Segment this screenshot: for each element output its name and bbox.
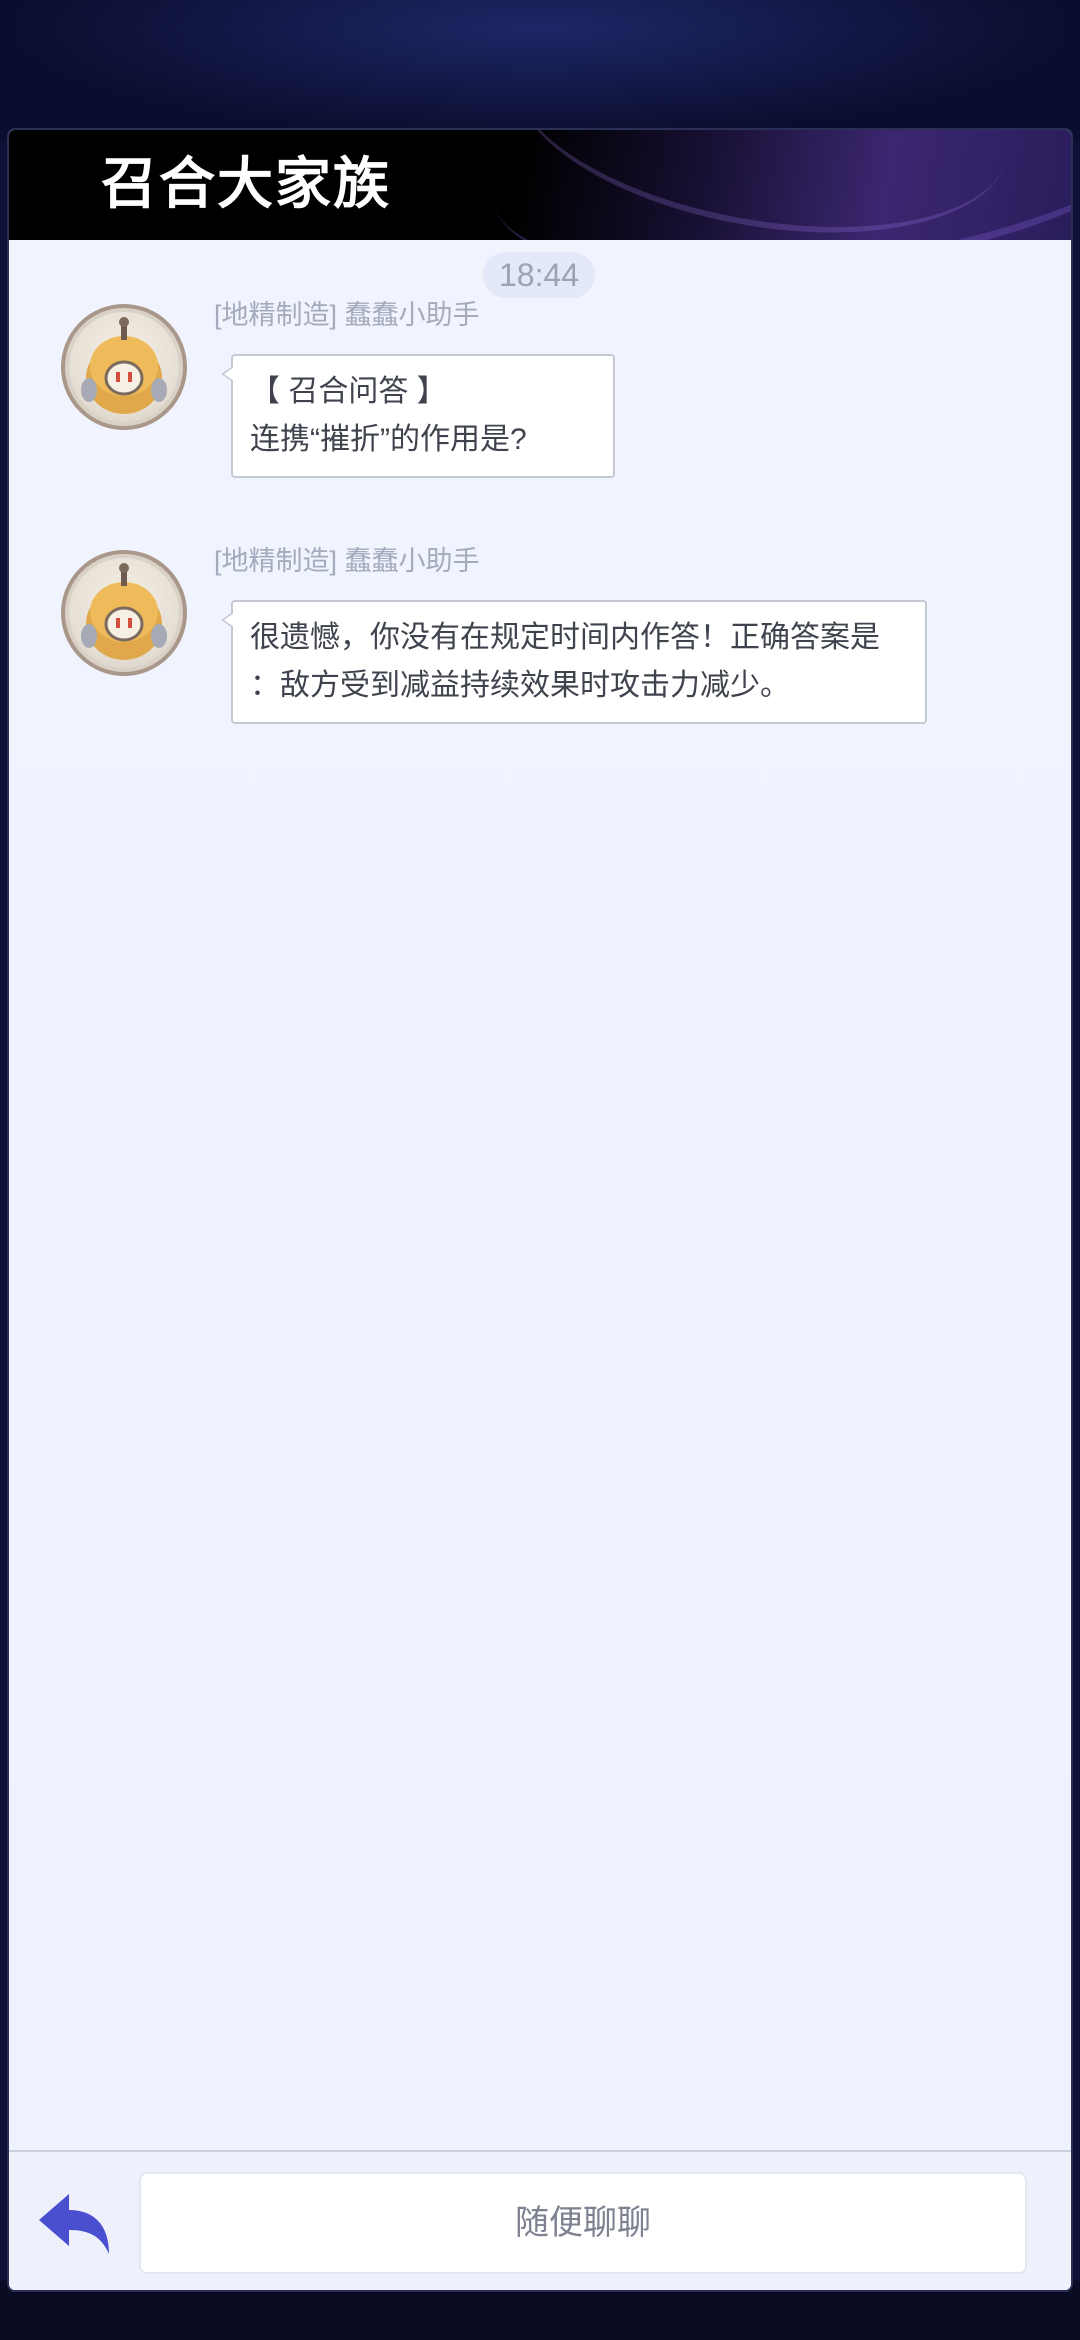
assistant-avatar[interactable]	[61, 550, 187, 676]
message-text-line: ：敌方受到减益持续效果时攻击力减少。	[250, 669, 790, 702]
back-arrow-icon	[39, 2194, 109, 2254]
chat-message-list[interactable]: 18:44 [地精制造] 蠢蠢小助手 【 召合问答 】 连携“摧折”的作用是? …	[9, 240, 1071, 2150]
assistant-avatar[interactable]	[61, 304, 187, 430]
message-sender: [地精制造] 蠢蠢小助手	[214, 546, 480, 576]
chat-footer: 随便聊聊	[9, 2150, 1071, 2290]
robot-avatar-icon	[81, 563, 167, 660]
panel-header: 召合大家族	[9, 130, 1071, 240]
page-title: 召合大家族	[101, 151, 391, 217]
message-text-line: 【 召合问答 】	[250, 375, 447, 408]
message-sender: [地精制造] 蠢蠢小助手	[214, 300, 480, 330]
message-timestamp: 18:44	[483, 252, 596, 298]
background-top	[0, 0, 1080, 140]
robot-avatar-icon	[81, 317, 167, 414]
chat-panel: 召合大家族 18:44 [地精制造] 蠢蠢小助手 【 召合问答 】 连携“摧折”…	[9, 130, 1071, 2290]
message-bubble[interactable]: 很遗憾，你没有在规定时间内作答！正确答案是 ：敌方受到减益持续效果时攻击力减少。	[221, 600, 927, 724]
message-bubble[interactable]: 【 召合问答 】 连携“摧折”的作用是?	[221, 354, 615, 478]
message-text-line: 很遗憾，你没有在规定时间内作答！正确答案是	[250, 621, 880, 654]
message-text-line: 连携“摧折”的作用是?	[250, 423, 527, 456]
back-button[interactable]	[35, 2190, 115, 2260]
chat-input[interactable]: 随便聊聊	[139, 2172, 1027, 2274]
